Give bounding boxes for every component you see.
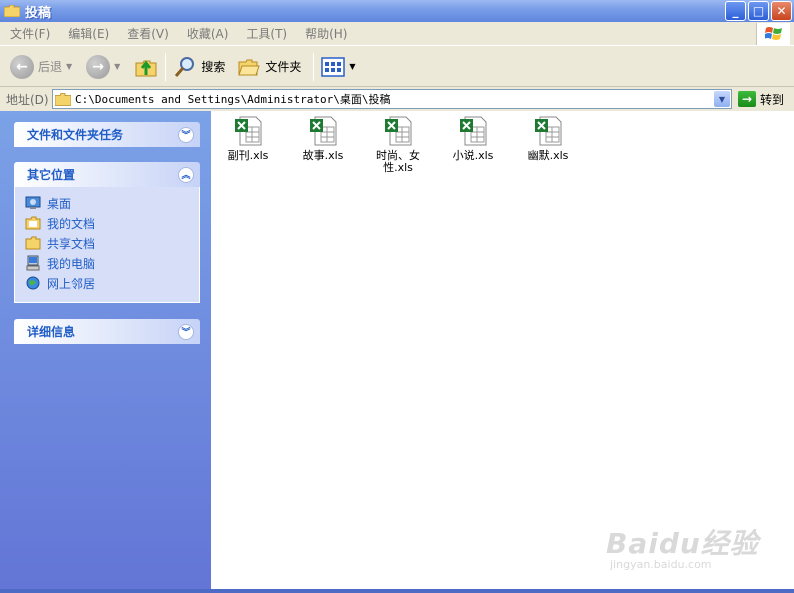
file-list-view[interactable]: 副刊.xls 故事.xls 时尚、女性.xls 小说.xls 幽默.xls: [211, 111, 794, 589]
file-name: 时尚、女性.xls: [376, 149, 420, 174]
place-network[interactable]: 网上邻居: [25, 273, 199, 293]
back-button[interactable]: ← 后退 ▼: [6, 50, 76, 84]
file-item[interactable]: 小说.xls: [436, 115, 510, 162]
address-label: 地址(D): [6, 92, 49, 107]
excel-file-icon: [232, 115, 264, 147]
chevron-up-icon[interactable]: ︽: [178, 166, 194, 183]
file-item[interactable]: 幽默.xls: [511, 115, 585, 162]
views-button[interactable]: ▼: [317, 50, 359, 84]
search-label: 搜索: [201, 60, 226, 74]
search-button[interactable]: 搜索: [169, 50, 229, 84]
folder-icon: [55, 92, 71, 106]
details-header[interactable]: 详细信息 ︾: [14, 319, 200, 344]
place-my-documents[interactable]: 我的文档: [25, 213, 199, 233]
panel-title: 其它位置: [27, 168, 76, 182]
menu-favorites[interactable]: 收藏(A): [187, 25, 229, 42]
place-desktop[interactable]: 桌面: [25, 193, 199, 213]
file-name: 小说.xls: [452, 149, 494, 162]
place-label: 我的文档: [47, 216, 96, 231]
place-label: 网上邻居: [47, 276, 96, 291]
place-label: 共享文档: [47, 236, 96, 251]
file-item[interactable]: 副刊.xls: [211, 115, 285, 162]
folder-icon: [4, 5, 20, 17]
forward-button[interactable]: → ▼: [82, 50, 124, 84]
views-dropdown-icon[interactable]: ▼: [349, 62, 355, 71]
file-item[interactable]: 故事.xls: [286, 115, 360, 162]
place-shared-documents[interactable]: 共享文档: [25, 233, 199, 253]
views-icon: [321, 56, 346, 77]
excel-file-icon: [307, 115, 339, 147]
menu-view[interactable]: 查看(V): [127, 25, 169, 42]
address-input[interactable]: C:\Documents and Settings\Administrator\…: [52, 89, 732, 109]
chevron-down-icon[interactable]: ︾: [178, 323, 194, 340]
watermark-brand: Baidu经验: [606, 527, 759, 560]
close-icon: ✕: [776, 4, 787, 18]
place-label: 桌面: [47, 196, 72, 211]
menu-file[interactable]: 文件(F): [10, 25, 50, 42]
go-arrow-icon: →: [738, 91, 756, 107]
menu-edit[interactable]: 编辑(E): [68, 25, 109, 42]
minimize-button[interactable]: _: [725, 1, 746, 21]
folders-label: 文件夹: [265, 60, 302, 74]
file-name: 幽默.xls: [527, 149, 569, 162]
up-folder-icon: [135, 60, 157, 76]
file-name: 故事.xls: [302, 149, 344, 162]
back-arrow-icon: ←: [10, 54, 34, 79]
title-bar[interactable]: 投稿 _ □ ✕: [0, 0, 794, 22]
folders-button[interactable]: 文件夹: [233, 50, 305, 84]
excel-file-icon: [457, 115, 489, 147]
file-folder-tasks-header[interactable]: 文件和文件夹任务 ︾: [14, 122, 200, 147]
network-places-icon: [25, 275, 41, 291]
file-folder-tasks-panel: 文件和文件夹任务 ︾: [14, 122, 200, 147]
excel-file-icon: [382, 115, 414, 147]
shared-documents-icon: [25, 235, 41, 251]
address-path: C:\Documents and Settings\Administrator\…: [75, 93, 391, 106]
window-title: 投稿: [25, 5, 52, 21]
place-label: 我的电脑: [47, 256, 96, 271]
forward-arrow-icon: →: [86, 54, 111, 79]
panel-title: 详细信息: [27, 325, 76, 339]
toolbar: ← 后退 ▼ → ▼ 搜索 文件夹 ▼: [0, 47, 794, 87]
back-dropdown-icon[interactable]: ▼: [66, 62, 72, 71]
up-folder-button[interactable]: [130, 50, 162, 84]
baidu-watermark: Baidu经验 jingyan.baidu.com: [606, 522, 759, 571]
task-pane: 文件和文件夹任务 ︾ 其它位置 ︽ 桌面 我的文档 共享文档 我的电脑 网上邻居…: [0, 111, 211, 589]
window-bottom-border: [0, 589, 794, 593]
maximize-icon: □: [752, 4, 765, 18]
toolbar-separator: [165, 52, 167, 81]
excel-file-icon: [532, 115, 564, 147]
windows-logo-icon: [756, 23, 790, 45]
address-dropdown-icon[interactable]: ▼: [714, 91, 730, 107]
address-bar: 地址(D) C:\Documents and Settings\Administ…: [0, 88, 794, 110]
close-button[interactable]: ✕: [771, 1, 792, 21]
details-panel: 详细信息 ︾: [14, 319, 200, 344]
search-icon: [175, 56, 195, 77]
other-places-list: 桌面 我的文档 共享文档 我的电脑 网上邻居: [14, 187, 200, 303]
go-button[interactable]: → 转到: [738, 91, 784, 108]
my-computer-icon: [25, 255, 41, 271]
go-label: 转到: [760, 92, 785, 107]
other-places-header[interactable]: 其它位置 ︽: [14, 162, 200, 187]
menu-help[interactable]: 帮助(H): [305, 25, 347, 42]
menu-tools[interactable]: 工具(T): [246, 25, 287, 42]
chevron-down-icon[interactable]: ︾: [178, 126, 194, 143]
file-item[interactable]: 时尚、女性.xls: [361, 115, 435, 174]
place-my-computer[interactable]: 我的电脑: [25, 253, 199, 273]
folders-icon: [238, 59, 261, 75]
file-name: 副刊.xls: [227, 149, 269, 162]
toolbar-separator: [313, 52, 315, 81]
menu-bar: 文件(F) 编辑(E) 查看(V) 收藏(A) 工具(T) 帮助(H): [0, 22, 794, 46]
maximize-button[interactable]: □: [748, 1, 769, 21]
other-places-panel: 其它位置 ︽ 桌面 我的文档 共享文档 我的电脑 网上邻居: [14, 162, 200, 303]
minimize-icon: _: [732, 4, 739, 18]
forward-dropdown-icon[interactable]: ▼: [114, 62, 120, 71]
back-label: 后退: [38, 60, 63, 74]
desktop-icon: [25, 195, 41, 211]
my-documents-icon: [25, 215, 41, 231]
panel-title: 文件和文件夹任务: [27, 128, 124, 142]
